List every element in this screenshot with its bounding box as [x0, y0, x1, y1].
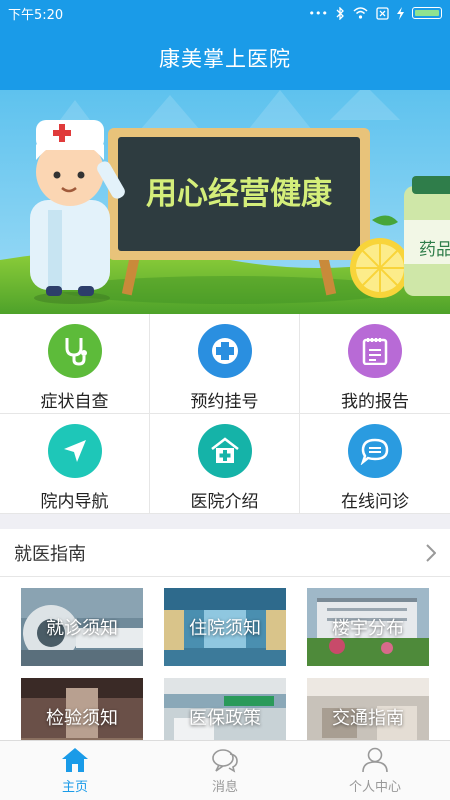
- user-icon: [362, 747, 388, 772]
- guide-tile-label: 住院须知: [189, 618, 261, 639]
- medical-guide-section: 就医指南 就诊须知 住院须知 楼宇分布 检验须知 医保政策 交通指南: [0, 529, 450, 756]
- sim-icon: [376, 6, 389, 20]
- guide-tile-building-layout[interactable]: 楼宇分布: [307, 588, 429, 666]
- tab-label: 消息: [211, 779, 238, 795]
- menu-item-navigation[interactable]: 院内导航: [0, 414, 150, 514]
- report-icon: [348, 324, 402, 378]
- menu-label: 症状自查: [40, 392, 109, 412]
- system-icons: •••: [308, 6, 442, 20]
- dots-icon: •••: [308, 6, 328, 20]
- stethoscope-icon: [47, 324, 102, 378]
- app-header: 康美掌上医院: [0, 26, 450, 90]
- guide-header[interactable]: 就医指南: [0, 529, 450, 577]
- guide-tile-label: 就诊须知: [46, 618, 118, 639]
- chevron-right-icon: [426, 543, 436, 562]
- guide-tile-label: 检验须知: [46, 708, 118, 729]
- guide-title: 就医指南: [14, 543, 86, 565]
- menu-label: 在线问诊: [341, 492, 409, 512]
- bottle-label: 药品: [419, 240, 450, 260]
- tab-messages[interactable]: 消息: [150, 741, 300, 800]
- navigation-icon: [47, 424, 102, 478]
- menu-label: 预约挂号: [190, 392, 259, 412]
- message-icon: [212, 748, 238, 773]
- menu-label: 我的报告: [341, 392, 409, 412]
- bottom-tab-bar: 主页 消息 个人中心: [0, 740, 450, 800]
- status-time: 下午5:20: [8, 7, 64, 23]
- chat-icon: [348, 424, 402, 478]
- bluetooth-icon: [336, 6, 344, 20]
- banner-illustration: 用心经营健康 药品: [0, 90, 450, 314]
- function-grid: 症状自查 预约挂号 我的报告 院内导航 医院介绍 在线问诊: [0, 314, 450, 514]
- medical-cross-icon: [197, 324, 252, 378]
- menu-label: 医院介绍: [190, 492, 259, 512]
- guide-tile-label: 交通指南: [332, 708, 404, 729]
- menu-item-appointment[interactable]: 预约挂号: [150, 314, 300, 414]
- guide-tile-visit-notice[interactable]: 就诊须知: [21, 588, 143, 666]
- menu-item-hospital-intro[interactable]: 医院介绍: [150, 414, 300, 514]
- battery-icon: [412, 7, 442, 19]
- guide-tile-inpatient-notice[interactable]: 住院须知: [164, 588, 286, 666]
- page-title: 康美掌上医院: [159, 47, 291, 71]
- menu-item-my-report[interactable]: 我的报告: [300, 314, 450, 414]
- charging-icon: [397, 6, 404, 20]
- tab-label: 主页: [61, 779, 88, 795]
- home-icon: [62, 747, 88, 772]
- status-bar: 下午5:20 •••: [0, 0, 450, 26]
- guide-tile-label: 医保政策: [189, 708, 261, 729]
- tab-profile[interactable]: 个人中心: [300, 741, 450, 800]
- menu-label: 院内导航: [40, 492, 109, 512]
- tab-home[interactable]: 主页: [0, 741, 150, 800]
- menu-item-online-consult[interactable]: 在线问诊: [300, 414, 450, 514]
- wifi-icon: [353, 7, 368, 19]
- guide-tile-label: 楼宇分布: [332, 618, 404, 639]
- hospital-icon: [197, 424, 252, 478]
- banner-board-text: 用心经营健康: [146, 176, 333, 212]
- promo-banner[interactable]: 用心经营健康 药品: [0, 90, 450, 314]
- menu-item-symptom-check[interactable]: 症状自查: [0, 314, 150, 414]
- tab-label: 个人中心: [348, 779, 401, 795]
